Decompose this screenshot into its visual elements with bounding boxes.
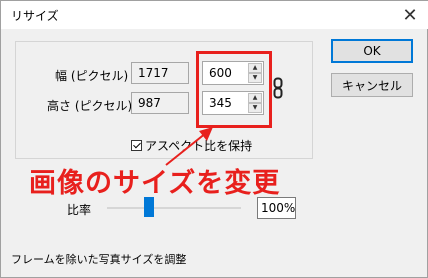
width-label: 幅 (ピクセル): [55, 69, 129, 83]
ratio-slider-thumb[interactable]: [144, 197, 154, 217]
ok-button[interactable]: OK: [331, 39, 413, 63]
checkbox-icon[interactable]: [131, 140, 142, 151]
annotation-text: 画像のサイズを変更: [29, 168, 281, 199]
width-original-field: 1717: [131, 62, 189, 84]
cancel-button[interactable]: キャンセル: [331, 73, 413, 97]
height-original-field: 987: [131, 92, 189, 114]
ratio-field[interactable]: 100%: [257, 197, 296, 219]
height-label: 高さ (ピクセル): [47, 99, 133, 113]
resize-dialog: リサイズ ✕ OK キャンセル 幅 (ピクセル) 1717 600 ▲ ▼ 高さ…: [0, 0, 428, 278]
ratio-slider-track[interactable]: [107, 207, 241, 209]
window-title: リサイズ: [11, 9, 59, 23]
footer-text: フレームを除いた写真サイズを調整: [11, 253, 187, 266]
close-icon[interactable]: ✕: [393, 1, 427, 29]
ratio-label: 比率: [67, 203, 92, 217]
title-bar: リサイズ ✕: [1, 1, 428, 29]
highlight-box: [196, 51, 272, 128]
chain-link-icon[interactable]: [273, 77, 283, 99]
